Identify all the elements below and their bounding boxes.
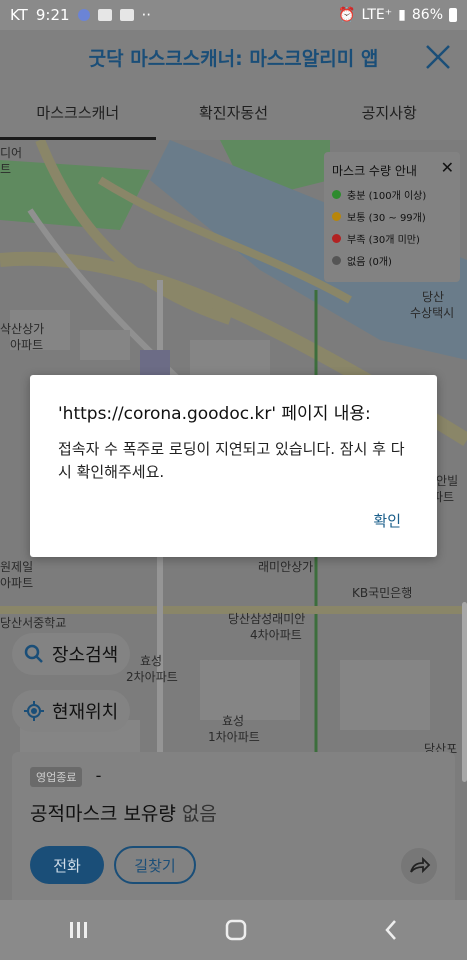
scrollbar[interactable] <box>462 602 467 782</box>
map-label: 디어 <box>0 146 23 160</box>
map-label: 2차아파트 <box>126 670 178 684</box>
alarm-icon: ⏰ <box>338 7 356 23</box>
location-target-icon <box>24 701 44 721</box>
pharmacy-card: 영업종료 - 공적마스크 보유량 없음 전화 길찾기 <box>12 752 455 902</box>
legend-item: 충분 (100개 이상) <box>332 187 452 202</box>
battery-label: 86% <box>411 7 443 23</box>
close-icon[interactable] <box>423 42 453 72</box>
legend-item: 없음 (0개) <box>332 253 452 268</box>
directions-button[interactable]: 길찾기 <box>114 846 196 884</box>
message-icon <box>119 9 134 21</box>
legend-item-label: 충분 (100개 이상) <box>347 191 427 202</box>
legend-item-label: 부족 (30개 미만) <box>347 235 420 246</box>
dialog-title: 'https://corona.goodoc.kr' 페이지 내용: <box>58 404 371 424</box>
map-label: 수상택시 <box>410 306 455 320</box>
map-label: 4차아파트 <box>250 628 302 642</box>
signal-label: LTE⁺ <box>361 7 393 23</box>
alert-dialog: 'https://corona.goodoc.kr' 페이지 내용: 접속자 수… <box>30 375 437 557</box>
yellow-dot-icon <box>332 212 341 221</box>
map-label: 당산 <box>422 290 445 304</box>
legend-item-label: 보통 (30 ~ 99개) <box>347 213 426 224</box>
clock: 9:21 <box>35 6 70 24</box>
current-location-label: 현재위치 <box>52 702 119 723</box>
more-notifications-icon: ·· <box>141 6 152 24</box>
pharmacy-name: - <box>95 766 102 785</box>
gray-dot-icon <box>332 256 341 265</box>
confirm-button[interactable]: 확인 <box>373 510 401 531</box>
tab-confirmed-routes[interactable]: 확진자동선 <box>156 84 312 140</box>
map-label: 효성 <box>222 714 245 728</box>
map-label: 원제일 <box>0 560 34 574</box>
recent-apps-icon[interactable] <box>68 920 90 940</box>
place-search-button[interactable]: 장소검색 <box>12 633 131 675</box>
notification-icon <box>77 9 90 21</box>
map-label: 트 <box>0 162 12 176</box>
app-header: 굿닥 마스크스캐너: 마스크알리미 앱 <box>0 30 467 84</box>
tab-bar: 마스크스캐너 확진자동선 공지사항 <box>0 84 467 140</box>
stock-status: 없음 <box>181 803 217 825</box>
battery-icon <box>449 8 457 22</box>
search-icon <box>24 644 43 663</box>
legend-item: 보통 (30 ~ 99개) <box>332 209 452 224</box>
map-label: 래미안상가 <box>258 560 314 574</box>
system-nav-bar <box>0 900 467 960</box>
map-label: 당산서중학교 <box>0 616 67 630</box>
red-dot-icon <box>332 234 341 243</box>
carrier-label: KT <box>10 6 28 24</box>
home-icon[interactable] <box>225 919 247 941</box>
map-label: 당산삼성래미안 <box>228 612 306 626</box>
map-label: KB국민은행 <box>352 586 413 600</box>
back-icon[interactable] <box>383 919 399 941</box>
share-icon[interactable] <box>401 848 437 884</box>
stock-label: 공적마스크 보유량 <box>30 803 176 825</box>
signal-icon: ▮ <box>398 7 406 23</box>
status-badge: 영업종료 <box>30 767 83 787</box>
current-location-button[interactable]: 현재위치 <box>12 690 131 732</box>
legend-item: 부족 (30개 미만) <box>332 231 452 246</box>
map-label: 삭산상가 <box>0 322 45 336</box>
tab-notices[interactable]: 공지사항 <box>311 84 467 140</box>
legend-close-icon[interactable]: ✕ <box>441 158 454 177</box>
map-label: 효성 <box>140 654 163 668</box>
dialog-message: 접속자 수 폭주로 로딩이 지연되고 있습니다. 잠시 후 다시 확인해주세요. <box>58 440 405 481</box>
tab-mask-scanner[interactable]: 마스크스캐너 <box>0 84 156 140</box>
green-dot-icon <box>332 190 341 199</box>
stock-line: 공적마스크 보유량 없음 <box>30 799 437 826</box>
mask-legend: 마스크 수량 안내 ✕ 충분 (100개 이상) 보통 (30 ~ 99개) 부… <box>324 152 460 282</box>
place-search-label: 장소검색 <box>52 645 119 666</box>
status-bar: KT 9:21 ·· ⏰ LTE⁺ ▮ 86% <box>0 0 467 30</box>
call-button[interactable]: 전화 <box>30 846 104 884</box>
legend-title: 마스크 수량 안내 <box>332 164 417 178</box>
talk-icon <box>97 9 112 21</box>
map-label: 1차아파트 <box>208 730 260 744</box>
app-title: 굿닥 마스크스캐너: 마스크알리미 앱 <box>88 47 379 70</box>
map-label: 아파트 <box>0 576 34 590</box>
map-label: 아파트 <box>10 338 44 352</box>
legend-item-label: 없음 (0개) <box>347 257 392 268</box>
